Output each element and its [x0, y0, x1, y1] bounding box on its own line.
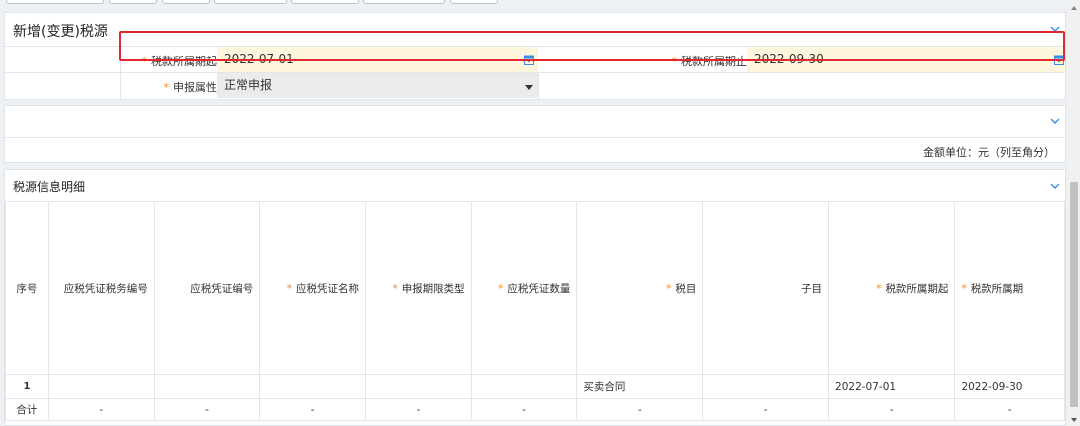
- chevron-down-icon[interactable]: [1049, 115, 1061, 127]
- column-header: * 应税凭证数量: [470, 201, 578, 375]
- declare-attr-label: * 申报属性: [163, 81, 218, 94]
- table-cell[interactable]: 2022-07-01: [828, 374, 956, 399]
- divider: [5, 137, 1065, 138]
- detail-table: 序号 应税凭证税务编号 应税凭证编号 * 应税凭证名称 * 申报期限类型 * 应税凭证…: [5, 201, 1065, 421]
- column-header: * 税款所属期: [954, 201, 1065, 375]
- column-header: * 税目: [576, 201, 704, 375]
- panel-title: 新增(变更)税源: [13, 24, 108, 40]
- dropdown-arrow-icon[interactable]: [525, 81, 533, 94]
- amount-unit-panel: 金额单位：元（列至角分）: [4, 105, 1066, 163]
- total-cell: -: [954, 398, 1065, 421]
- column-header: * 应税凭证名称: [259, 201, 366, 375]
- period-start-field[interactable]: 2022-07-01: [217, 47, 538, 72]
- calendar-icon[interactable]: [1054, 55, 1064, 65]
- toolbar-button[interactable]: [450, 0, 498, 4]
- tax-source-detail-panel: 税源信息明细 序号 应税凭证税务编号 应税凭证编号 * 应税凭证名称 * 申报期限类…: [4, 169, 1066, 426]
- period-end-field[interactable]: 2022-09-30: [747, 47, 1065, 72]
- toolbar-button[interactable]: [109, 0, 157, 4]
- total-cell: -: [828, 398, 956, 421]
- table-cell[interactable]: [47, 374, 155, 399]
- panel-title: 税源信息明细: [13, 180, 86, 194]
- chevron-down-icon[interactable]: [1049, 180, 1061, 192]
- total-row: 合计 - - - - - - - - -: [5, 398, 1065, 421]
- total-cell: -: [364, 398, 472, 421]
- table-cell[interactable]: [364, 374, 472, 399]
- vertical-scrollbar[interactable]: [1068, 0, 1080, 426]
- column-header: 应税凭证编号: [153, 201, 261, 375]
- column-header: 应税凭证税务编号: [47, 201, 155, 375]
- toolbar-button[interactable]: [6, 0, 104, 4]
- table-cell[interactable]: [259, 374, 366, 399]
- toolbar-button[interactable]: [363, 0, 445, 4]
- amount-unit-note: 金额单位：元（列至角分）: [923, 146, 1055, 159]
- toolbar-button[interactable]: [291, 0, 359, 4]
- calendar-icon[interactable]: [524, 55, 534, 65]
- column-header: * 税款所属期起: [828, 201, 956, 375]
- spacer-cell: [5, 73, 121, 99]
- total-cell: -: [702, 398, 830, 421]
- scrollbar-thumb[interactable]: [1070, 182, 1078, 407]
- toolbar-strip: [0, 0, 1080, 8]
- period-end-label: * 税款所属期止: [671, 55, 748, 68]
- total-cell: -: [47, 398, 155, 421]
- table-cell[interactable]: 2022-09-30: [954, 374, 1065, 399]
- table-cell[interactable]: 买卖合同: [576, 374, 704, 399]
- column-header: * 申报期限类型: [364, 201, 472, 375]
- scroll-up-arrow-icon[interactable]: [1070, 2, 1078, 10]
- row-index-cell: 1: [5, 374, 49, 399]
- table-cell[interactable]: [702, 374, 830, 399]
- declare-attr-select[interactable]: 正常申报: [217, 73, 538, 98]
- declare-attr-row: * 申报属性 正常申报: [5, 72, 1065, 99]
- total-cell: -: [576, 398, 704, 421]
- divider: [538, 73, 539, 99]
- toolbar-button[interactable]: [214, 0, 287, 4]
- scroll-down-arrow-icon[interactable]: [1070, 414, 1078, 422]
- table-cell[interactable]: [153, 374, 261, 399]
- total-cell: -: [259, 398, 366, 421]
- table-row[interactable]: 1 买卖合同 2022-07-01 2022-09-30: [5, 374, 1065, 399]
- total-cell: -: [470, 398, 578, 421]
- total-label-cell: 合计: [5, 398, 49, 421]
- total-cell: -: [153, 398, 261, 421]
- toolbar-button[interactable]: [162, 0, 210, 4]
- chevron-down-icon[interactable]: [1049, 23, 1061, 35]
- column-header: 序号: [5, 201, 49, 375]
- column-header: 子目: [702, 201, 830, 375]
- tax-source-panel: 新增(变更)税源 * 税款所属期起 2022-07-01 * 税款所属期止 2022…: [4, 12, 1066, 100]
- spacer-cell: [5, 47, 121, 72]
- period-row: * 税款所属期起 2022-07-01 * 税款所属期止 2022-09-30: [5, 46, 1065, 72]
- table-cell[interactable]: [470, 374, 578, 399]
- period-start-label: * 税款所属期起: [141, 55, 218, 68]
- table-header-row: 序号 应税凭证税务编号 应税凭证编号 * 应税凭证名称 * 申报期限类型 * 应税凭证…: [5, 201, 1065, 375]
